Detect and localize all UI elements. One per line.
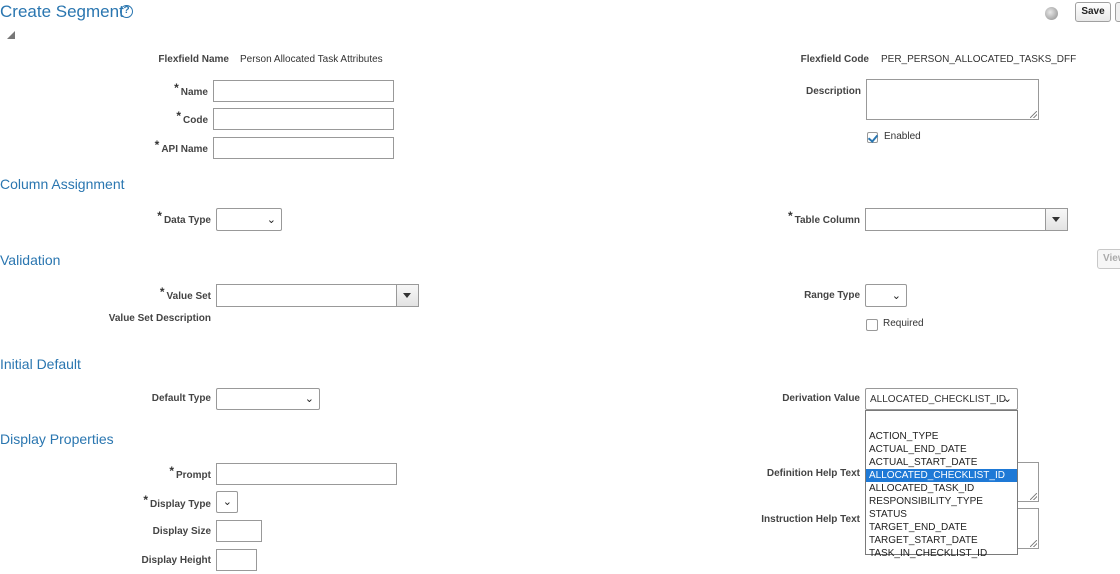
check-icon: [867, 132, 879, 143]
table-column-combobox[interactable]: [865, 208, 1068, 231]
section-display-properties: Display Properties: [0, 431, 114, 447]
name-input[interactable]: [213, 80, 394, 102]
flexfield-name-label: Flexfield Name: [158, 54, 229, 65]
caret-down-icon: [403, 293, 411, 298]
value-set-description-label: Value Set Description: [108, 313, 211, 324]
dropdown-option[interactable]: TARGET_START_DATE: [866, 534, 1017, 547]
api-name-label: * API Name: [154, 138, 208, 155]
globe-icon[interactable]: [1045, 7, 1058, 20]
more-button[interactable]: [1115, 2, 1120, 22]
data-type-select[interactable]: ⌄: [216, 208, 282, 231]
value-set-combobox[interactable]: [216, 284, 419, 307]
page-title: Create Segment: [0, 2, 124, 21]
resize-grip-icon[interactable]: [1030, 493, 1037, 500]
view-button[interactable]: View: [1097, 249, 1120, 269]
chevron-down-icon: ⌄: [266, 213, 276, 226]
flexfield-code-label: Flexfield Code: [800, 54, 869, 65]
flexfield-name-value: Person Allocated Task Attributes: [240, 54, 383, 65]
description-label: Description: [805, 86, 861, 97]
default-type-label: Default Type: [151, 393, 211, 404]
derivation-value-selected: ALLOCATED_CHECKLIST_ID: [870, 394, 1006, 405]
help-circle-icon[interactable]: ?: [120, 5, 133, 18]
code-input[interactable]: [213, 108, 394, 130]
dropdown-option[interactable]: ACTUAL_START_DATE: [866, 456, 1017, 469]
dropdown-option[interactable]: ACTUAL_END_DATE: [866, 443, 1017, 456]
flexfield-code-value: PER_PERSON_ALLOCATED_TASKS_DFF: [881, 54, 1077, 65]
enabled-label: Enabled: [884, 131, 921, 142]
derivation-value-label: Derivation Value: [782, 393, 860, 404]
section-validation: Validation: [0, 252, 61, 268]
save-button[interactable]: Save: [1075, 2, 1111, 22]
chevron-down-icon: ⌄: [1002, 392, 1012, 405]
data-type-label: * Data Type: [157, 209, 211, 226]
chevron-down-icon: ⌄: [222, 495, 232, 508]
range-type-label: Range Type: [804, 290, 860, 301]
default-type-select[interactable]: ⌄: [216, 388, 320, 410]
dropdown-option[interactable]: RESPONSIBILITY_TYPE: [866, 495, 1017, 508]
name-label: * Name: [174, 81, 208, 98]
derivation-value-select[interactable]: ALLOCATED_CHECKLIST_ID ⌄: [865, 388, 1018, 410]
required-checkbox[interactable]: [866, 319, 878, 331]
derivation-value-dropdown-list[interactable]: ACTION_TYPE ACTUAL_END_DATE ACTUAL_START…: [865, 410, 1018, 559]
definition-help-text-label: Definition Help Text: [766, 468, 860, 479]
display-height-input[interactable]: [216, 549, 257, 571]
table-column-label: * Table Column: [787, 209, 860, 226]
range-type-select[interactable]: ⌄: [865, 284, 907, 307]
dropdown-option[interactable]: ACTION_TYPE: [866, 430, 1017, 443]
code-label: * Code: [176, 109, 208, 126]
display-type-select[interactable]: ⌄: [216, 491, 238, 513]
display-type-label: * Display Type: [143, 493, 211, 510]
dropdown-option[interactable]: ALLOCATED_TASK_ID: [866, 482, 1017, 495]
prompt-label: * Prompt: [169, 464, 211, 481]
display-height-label: Display Height: [141, 555, 211, 566]
description-textarea[interactable]: [866, 79, 1039, 120]
value-set-label: * Value Set: [159, 285, 211, 302]
section-initial-default: Initial Default: [0, 356, 81, 372]
chevron-down-icon: ⌄: [891, 289, 901, 302]
api-name-input[interactable]: [213, 137, 394, 159]
section-column-assignment: Column Assignment: [0, 176, 125, 192]
collapse-triangle-icon[interactable]: [7, 31, 15, 39]
display-size-label: Display Size: [152, 526, 211, 537]
dropdown-option[interactable]: STATUS: [866, 508, 1017, 521]
chevron-down-icon: ⌄: [304, 392, 314, 405]
resize-grip-icon[interactable]: [1030, 540, 1037, 547]
prompt-input[interactable]: [216, 463, 397, 485]
enabled-checkbox[interactable]: [867, 132, 879, 143]
resize-grip-icon[interactable]: [1030, 111, 1037, 118]
display-size-input[interactable]: [216, 520, 262, 542]
dropdown-option[interactable]: TASK_IN_CHECKLIST_ID: [866, 547, 1017, 560]
instruction-help-text-label: Instruction Help Text: [761, 514, 860, 525]
caret-down-icon: [1052, 217, 1060, 222]
table-column-dropdown-button[interactable]: [1045, 209, 1067, 230]
required-label: Required: [883, 318, 924, 329]
dropdown-option[interactable]: [866, 417, 1017, 430]
dropdown-option[interactable]: TARGET_END_DATE: [866, 521, 1017, 534]
value-set-dropdown-button[interactable]: [396, 285, 418, 306]
dropdown-option-selected[interactable]: ALLOCATED_CHECKLIST_ID: [866, 469, 1017, 482]
